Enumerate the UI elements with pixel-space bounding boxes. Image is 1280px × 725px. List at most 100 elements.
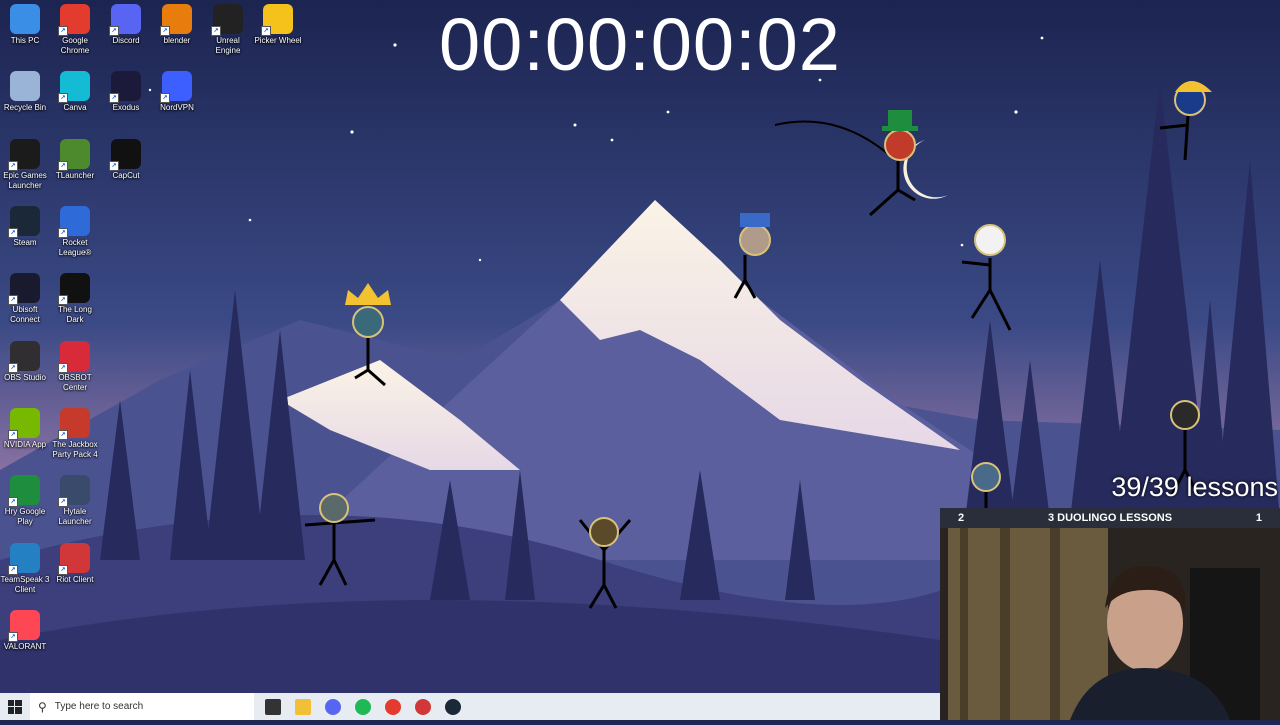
google-play-games-icon: ↗ (8, 475, 40, 507)
desktop-icon-exodus[interactable]: ↗ Exodus (101, 67, 151, 113)
taskbar-app-button[interactable] (288, 693, 318, 720)
epic-games-icon: ↗ (8, 139, 40, 171)
webcam-overlay: 2 3 DUOLINGO LESSONS 1 (940, 508, 1280, 720)
steam-icon: ↗ (8, 206, 40, 238)
desktop-icon-picker-wheel[interactable]: ↗ Picker Wheel (253, 0, 303, 46)
stream-timer: 00:00:00:02 (439, 3, 841, 86)
desktop-icon-label: blender (163, 36, 191, 45)
desktop-icon-label: Unreal Engine (215, 36, 241, 55)
desktop-icon-label: TeamSpeak 3 Client (0, 575, 50, 594)
shortcut-arrow-icon: ↗ (8, 228, 18, 238)
obsbot-icon: ↗ (58, 341, 90, 373)
taskbar-app-button[interactable] (348, 693, 378, 720)
desktop-icon-teamspeak-3-client[interactable]: ↗ TeamSpeak 3 Client (0, 539, 50, 595)
obs-icon: ↗ (8, 341, 40, 373)
desktop-icon-the-long-dark[interactable]: ↗ The Long Dark (50, 269, 100, 325)
search-placeholder: Type here to search (54, 701, 144, 712)
desktop-icon-label: Canva (63, 103, 87, 112)
desktop-icon-discord[interactable]: ↗ Discord (101, 0, 151, 46)
desktop-icon-label: Google Chrome (60, 36, 90, 55)
long-dark-icon: ↗ (58, 273, 90, 305)
chrome-icon: ↗ (58, 4, 90, 36)
desktop-icon-label: Discord (112, 36, 140, 45)
desktop-icon-hry-google-play[interactable]: ↗ Hry Google Play (0, 471, 50, 527)
capcut-icon: ↗ (109, 139, 141, 171)
taskbar-search-box[interactable]: ⚲ Type here to search (30, 693, 254, 720)
desktop-icon-label: The Long Dark (58, 305, 92, 324)
desktop-icon-ubisoft-connect[interactable]: ↗ Ubisoft Connect (0, 269, 50, 325)
desktop-icon-obs-studio[interactable]: ↗ OBS Studio (0, 337, 50, 383)
desktop-icon-steam[interactable]: ↗ Steam (0, 202, 50, 248)
desktop-icon-blender[interactable]: ↗ blender (152, 0, 202, 46)
shortcut-arrow-icon: ↗ (109, 26, 119, 36)
teamspeak-icon: ↗ (8, 543, 40, 575)
desktop-icon-nordvpn[interactable]: ↗ NordVPN (152, 67, 202, 113)
desktop-icon-label: Recycle Bin (3, 103, 47, 112)
taskbar-app-button[interactable] (318, 693, 348, 720)
desktop-icon-label: OBS Studio (4, 373, 46, 382)
desktop-icon-label: Exodus (112, 103, 140, 112)
webcam-title-bar: 2 3 DUOLINGO LESSONS 1 (940, 508, 1280, 528)
taskbar-app-button[interactable] (408, 693, 438, 720)
desktop-icon-label: Hytale Launcher (58, 507, 92, 526)
start-button[interactable] (0, 693, 30, 720)
jackbox-icon: ↗ (58, 408, 90, 440)
taskbar-app-button[interactable] (378, 693, 408, 720)
desktop-icon-riot-client[interactable]: ↗ Riot Client (50, 539, 100, 585)
right-count: 1 (1255, 512, 1262, 524)
shortcut-arrow-icon: ↗ (8, 565, 18, 575)
desktop-icon-google-chrome[interactable]: ↗ Google Chrome (50, 0, 100, 56)
riot-icon: ↗ (58, 543, 90, 575)
webcam-feed (940, 528, 1280, 720)
left-count: 2 (958, 512, 965, 524)
taskbar-app-button[interactable] (258, 693, 288, 720)
desktop-icon-label: This PC (10, 36, 40, 45)
desktop-icon-obsbot-center[interactable]: ↗ OBSBOT Center (50, 337, 100, 393)
desktop-icon-hytale-launcher[interactable]: ↗ Hytale Launcher (50, 471, 100, 527)
desktop-icon-rocket-league[interactable]: ↗ Rocket League® (50, 202, 100, 258)
blender-icon: ↗ (160, 4, 192, 36)
shortcut-arrow-icon: ↗ (8, 295, 18, 305)
discord-icon: ↗ (109, 4, 141, 36)
desktop-icon-label: Steam (13, 238, 37, 247)
desktop-icon-label: Rocket League® (58, 238, 92, 257)
desktop-icon-this-pc[interactable]: This PC (0, 0, 50, 46)
pc-icon (10, 4, 40, 34)
hytale-icon: ↗ (58, 475, 90, 507)
shortcut-arrow-icon: ↗ (8, 363, 18, 373)
desktop-icon-epic-games-launcher[interactable]: ↗ Epic Games Launcher (0, 135, 50, 191)
shortcut-arrow-icon: ↗ (58, 430, 68, 440)
picker-wheel-icon: ↗ (261, 4, 293, 36)
windows-icon (8, 699, 22, 714)
desktop-icon-label: Picker Wheel (254, 36, 302, 45)
spotify-icon (355, 698, 371, 715)
file-explorer-icon (295, 698, 311, 715)
desktop-icon-nvidia-app[interactable]: ↗ NVIDIA App (0, 404, 50, 450)
desktop-icon-recycle-bin[interactable]: Recycle Bin (0, 67, 50, 113)
shortcut-arrow-icon: ↗ (58, 228, 68, 238)
exodus-icon: ↗ (109, 71, 141, 103)
desktop-icon-unreal-engine[interactable]: ↗ Unreal Engine (203, 0, 253, 56)
steam-icon (445, 698, 461, 715)
desktop-icon-canva[interactable]: ↗ Canva (50, 67, 100, 113)
shortcut-arrow-icon: ↗ (58, 363, 68, 373)
shortcut-arrow-icon: ↗ (58, 295, 68, 305)
taskbar: ⚲ Type here to search (0, 693, 940, 720)
shortcut-arrow-icon: ↗ (261, 26, 271, 36)
taskbar-app-button[interactable] (438, 693, 468, 720)
taskbar-apps (258, 693, 468, 720)
desktop-icon-label: VALORANT (3, 642, 47, 651)
desktop-icon-the-jackbox-party-pack-4[interactable]: ↗ The Jackbox Party Pack 4 (50, 404, 100, 460)
shortcut-arrow-icon: ↗ (109, 161, 119, 171)
shortcut-arrow-icon: ↗ (58, 565, 68, 575)
search-icon: ⚲ (38, 699, 47, 714)
lessons-counter: 39/39 lessons (1111, 472, 1278, 502)
shortcut-arrow-icon: ↗ (8, 161, 18, 171)
desktop-icon-capcut[interactable]: ↗ CapCut (101, 135, 151, 181)
desktop-icon-valorant[interactable]: ↗ VALORANT (0, 606, 50, 652)
shortcut-arrow-icon: ↗ (8, 632, 18, 642)
desktop-icon-label: OBSBOT Center (58, 373, 92, 392)
ubisoft-icon: ↗ (8, 273, 40, 305)
desktop-icon-tlauncher[interactable]: ↗ TLauncher (50, 135, 100, 181)
shortcut-arrow-icon: ↗ (58, 93, 68, 103)
